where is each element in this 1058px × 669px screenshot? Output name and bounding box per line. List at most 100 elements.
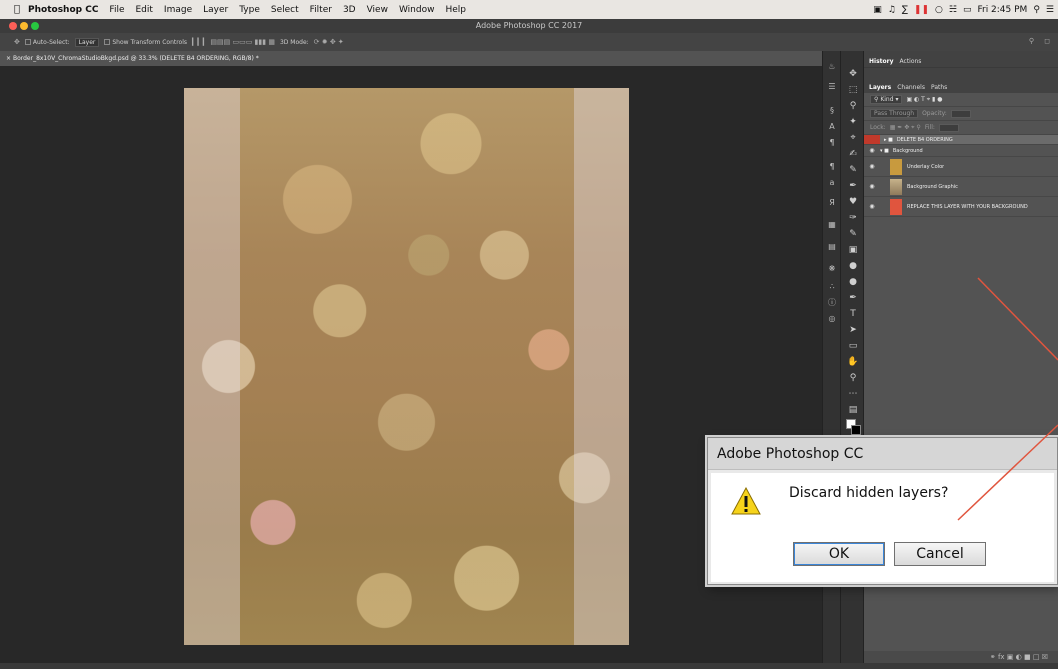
trash-icon[interactable]: ☒ bbox=[1042, 653, 1048, 661]
wifi-icon[interactable]: ☵ bbox=[949, 5, 957, 15]
document-tab[interactable]: × Border_8x10V_ChromaStudioBkgd.psd @ 33… bbox=[0, 51, 822, 66]
move-tool-icon[interactable]: ✥ bbox=[845, 67, 861, 81]
type-tool-icon[interactable]: T bbox=[845, 307, 861, 321]
history-panel-icon[interactable]: ♨ bbox=[826, 61, 838, 73]
layer-row-underlay-color[interactable]: ◉ Underlay Color bbox=[864, 157, 1058, 177]
cancel-button[interactable]: Cancel bbox=[894, 542, 986, 566]
notifications-icon[interactable]: ☰ bbox=[1046, 5, 1054, 15]
menu-clock[interactable]: Fri 2:45 PM bbox=[977, 5, 1027, 15]
tab-layers[interactable]: Layers bbox=[869, 82, 891, 93]
close-tab-icon[interactable]: × bbox=[6, 55, 11, 62]
tab-history[interactable]: History bbox=[869, 56, 894, 67]
glyph-panel-icon[interactable]: § bbox=[826, 105, 838, 117]
properties-panel-icon[interactable]: ☰ bbox=[826, 81, 838, 93]
volume-icon[interactable]: ♫ bbox=[888, 5, 896, 15]
auto-select-checkbox[interactable]: Auto-Select: bbox=[24, 39, 70, 46]
tab-channels[interactable]: Channels bbox=[897, 82, 925, 93]
layer-row-replace-background[interactable]: ◉ REPLACE THIS LAYER WITH YOUR BACKGROUN… bbox=[864, 197, 1058, 217]
align-icons[interactable]: ▎▎▎ ▤▤▤ ▭▭▭ ▮▮▮ ▦ bbox=[192, 38, 275, 46]
more-tools-icon[interactable]: ⋯ bbox=[845, 387, 861, 401]
tray-icon[interactable]: ▣ bbox=[873, 5, 882, 15]
styles-icon[interactable]: ❋ bbox=[826, 263, 838, 275]
clone-stamp-icon[interactable]: ♥ bbox=[845, 195, 861, 209]
tab-actions[interactable]: Actions bbox=[900, 56, 922, 67]
menu-window[interactable]: Window bbox=[399, 5, 435, 15]
path-selection-icon[interactable]: ➤ bbox=[845, 323, 861, 337]
opacity-field[interactable] bbox=[950, 109, 971, 118]
auto-select-dropdown[interactable]: Layer bbox=[74, 37, 100, 47]
ok-button[interactable]: OK bbox=[793, 542, 885, 566]
magic-wand-icon[interactable]: ✦ bbox=[845, 115, 861, 129]
blur-tool-icon[interactable]: ● bbox=[845, 259, 861, 273]
healing-brush-icon[interactable]: ✎ bbox=[845, 163, 861, 177]
document-canvas[interactable] bbox=[184, 88, 629, 645]
hand-tool-icon[interactable]: ✋ bbox=[845, 355, 861, 369]
link-layers-icon[interactable]: ⚭ bbox=[990, 653, 996, 661]
menu-help[interactable]: Help bbox=[445, 5, 466, 15]
default-colors-icon[interactable]: ▤ bbox=[845, 403, 861, 417]
sync-icon[interactable]: ○ bbox=[935, 5, 943, 15]
paragraph-panel-icon[interactable]: ¶ bbox=[826, 137, 838, 149]
character-panel-icon[interactable]: A bbox=[826, 121, 838, 133]
3d-mode-icons[interactable]: ⟳ ✹ ✥ ✦ bbox=[314, 38, 344, 46]
crop-tool-icon[interactable]: ⌖ bbox=[845, 131, 861, 145]
eraser-tool-icon[interactable]: ✎ bbox=[845, 227, 861, 241]
menu-filter[interactable]: Filter bbox=[310, 5, 332, 15]
search-icon[interactable]: ⚲ bbox=[1029, 37, 1034, 45]
zoom-tool-icon[interactable]: ⚲ bbox=[845, 371, 861, 385]
history-brush-icon[interactable]: ✑ bbox=[845, 211, 861, 225]
pause-icon[interactable]: ❚❚ bbox=[914, 5, 929, 15]
lasso-tool-icon[interactable]: ⚲ bbox=[845, 99, 861, 113]
workspace-icon[interactable]: ◻ bbox=[1044, 37, 1050, 45]
rectangle-tool-icon[interactable]: ▭ bbox=[845, 339, 861, 353]
menu-select[interactable]: Select bbox=[271, 5, 299, 15]
character-styles-icon[interactable]: a bbox=[826, 177, 838, 189]
zoom-window-button[interactable] bbox=[31, 22, 39, 30]
new-layer-icon[interactable]: □ bbox=[1033, 653, 1040, 661]
lock-icons[interactable]: ▦ ✒ ✥ ⌖ ⚲ bbox=[890, 124, 921, 132]
spotlight-icon[interactable]: ⚲ bbox=[1033, 5, 1040, 15]
menu-3d[interactable]: 3D bbox=[343, 5, 356, 15]
show-transform-checkbox[interactable]: Show Transform Controls bbox=[104, 39, 187, 46]
blend-mode-dropdown[interactable]: Pass Through bbox=[870, 109, 919, 118]
app-menu[interactable]: Photoshop CC bbox=[28, 5, 98, 15]
apple-menu-icon[interactable]:  bbox=[14, 4, 20, 15]
display-icon[interactable]: ▭ bbox=[963, 5, 972, 15]
brush-presets-icon[interactable]: ∴ bbox=[826, 281, 838, 293]
fill-field[interactable] bbox=[938, 123, 959, 132]
visibility-eye-icon[interactable]: ◉ bbox=[864, 147, 880, 154]
minimize-window-button[interactable] bbox=[20, 22, 28, 30]
glyphs-icon[interactable]: Я bbox=[826, 197, 838, 209]
3d-panel-icon[interactable]: ◎ bbox=[826, 313, 838, 325]
pen-tool-icon[interactable]: ✒ bbox=[845, 291, 861, 305]
menu-view[interactable]: View bbox=[367, 5, 388, 15]
fx-icon[interactable]: fx bbox=[998, 653, 1005, 661]
menu-file[interactable]: File bbox=[109, 5, 124, 15]
filter-icons[interactable]: ▣ ◐ T ⌖ ▮ ● bbox=[906, 96, 942, 104]
swatches-icon[interactable]: ▦ bbox=[826, 219, 838, 231]
background-color-swatch[interactable] bbox=[851, 425, 861, 435]
layer-row-delete-b4-ordering[interactable]: ▸ ■ DELETE B4 ORDERING bbox=[864, 135, 1058, 145]
new-group-icon[interactable]: ■ bbox=[1024, 653, 1031, 661]
visibility-eye-icon[interactable]: ◉ bbox=[864, 163, 880, 170]
menu-type[interactable]: Type bbox=[239, 5, 260, 15]
marquee-tool-icon[interactable]: ⬚ bbox=[845, 83, 861, 97]
kind-filter-dropdown[interactable]: ⚲ Kind ▾ bbox=[870, 95, 903, 104]
layer-row-background-group[interactable]: ◉ ▾ ■ Background bbox=[864, 145, 1058, 157]
move-tool-icon[interactable]: ✥ bbox=[14, 38, 20, 46]
adjustments-icon[interactable]: ▤ bbox=[826, 241, 838, 253]
eyedropper-icon[interactable]: ✍ bbox=[845, 147, 861, 161]
menu-layer[interactable]: Layer bbox=[203, 5, 228, 15]
brush-tool-icon[interactable]: ✒ bbox=[845, 179, 861, 193]
menu-edit[interactable]: Edit bbox=[135, 5, 152, 15]
info-icon[interactable]: ⓘ bbox=[826, 297, 838, 309]
close-window-button[interactable] bbox=[9, 22, 17, 30]
dodge-tool-icon[interactable]: ● bbox=[845, 275, 861, 289]
bluetooth-icon[interactable]: ∑ bbox=[902, 5, 908, 15]
visibility-eye-icon[interactable]: ◉ bbox=[864, 203, 880, 210]
mask-icon[interactable]: ▣ bbox=[1007, 653, 1014, 661]
visibility-eye-icon[interactable]: ◉ bbox=[864, 183, 880, 190]
paragraph-styles-icon[interactable]: ¶ bbox=[826, 161, 838, 173]
gradient-tool-icon[interactable]: ▣ bbox=[845, 243, 861, 257]
layer-row-background-graphic[interactable]: ◉ Background Graphic bbox=[864, 177, 1058, 197]
